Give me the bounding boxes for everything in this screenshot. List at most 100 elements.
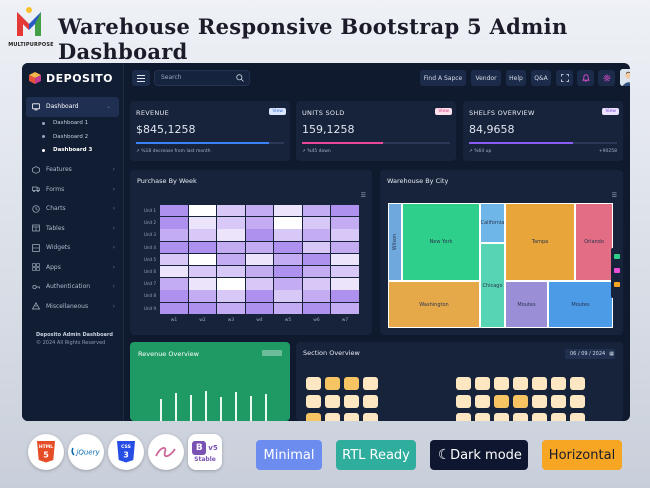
- treemap-cell[interactable]: Chicago: [480, 243, 505, 328]
- heatmap-cell[interactable]: [160, 302, 188, 314]
- chart-menu-icon[interactable]: ☰: [361, 192, 366, 199]
- seat[interactable]: [456, 395, 471, 408]
- seat[interactable]: [551, 377, 566, 390]
- seat[interactable]: [363, 395, 378, 408]
- seat[interactable]: [344, 413, 359, 421]
- heatmap-cell[interactable]: [160, 241, 188, 253]
- heatmap-cell[interactable]: [274, 229, 302, 241]
- heatmap-cell[interactable]: [331, 253, 359, 266]
- chart-menu-icon[interactable]: ☰: [612, 192, 617, 199]
- seat[interactable]: [344, 395, 359, 408]
- heatmap-cell[interactable]: [302, 290, 331, 302]
- heatmap-cell[interactable]: [302, 278, 331, 290]
- heatmap-cell[interactable]: [302, 229, 331, 241]
- view-button[interactable]: View: [269, 108, 286, 115]
- seat[interactable]: [570, 413, 585, 421]
- sidebar-item-apps[interactable]: Apps ›: [22, 258, 123, 278]
- heatmap-cell[interactable]: [331, 229, 359, 241]
- treemap-cell[interactable]: Moutes: [505, 281, 548, 328]
- seat[interactable]: [513, 395, 528, 408]
- fullscreen-button[interactable]: [556, 70, 573, 86]
- seat[interactable]: [475, 377, 490, 390]
- heatmap-cell[interactable]: [274, 205, 302, 217]
- treemap-cell[interactable]: Washington: [388, 281, 480, 328]
- seat[interactable]: [475, 395, 490, 408]
- seat[interactable]: [494, 377, 509, 390]
- seat[interactable]: [513, 413, 528, 421]
- seat[interactable]: [363, 413, 378, 421]
- seat[interactable]: [363, 377, 378, 390]
- seat[interactable]: [494, 395, 509, 408]
- image-icon[interactable]: [614, 268, 620, 273]
- heatmap-cell[interactable]: [160, 205, 188, 217]
- help-link[interactable]: Help: [506, 70, 526, 86]
- treemap-cell[interactable]: Orlando: [575, 203, 613, 281]
- panel-action-button[interactable]: [262, 350, 282, 356]
- heatmap-cell[interactable]: [302, 266, 331, 278]
- seat[interactable]: [532, 413, 547, 421]
- treemap-cell[interactable]: Moutes: [548, 281, 613, 328]
- qa-link[interactable]: Q&A: [531, 70, 551, 86]
- sidebar-item-authentication[interactable]: Authentication ›: [22, 277, 123, 297]
- heatmap-cell[interactable]: [160, 217, 188, 229]
- heatmap-cell[interactable]: [245, 302, 274, 314]
- heatmap-cell[interactable]: [302, 217, 331, 229]
- treemap-cell[interactable]: New York: [402, 203, 480, 281]
- heatmap-cell[interactable]: [217, 253, 245, 266]
- heatmap-cell[interactable]: [302, 302, 331, 314]
- seat[interactable]: [306, 377, 321, 390]
- sidebar-item-charts[interactable]: Charts ›: [22, 199, 123, 219]
- date-picker[interactable]: 06 / 09 / 2024 ▦: [565, 349, 615, 359]
- heatmap-cell[interactable]: [217, 278, 245, 290]
- heatmap-cell[interactable]: [160, 278, 188, 290]
- heatmap-cell[interactable]: [245, 266, 274, 278]
- seat[interactable]: [513, 377, 528, 390]
- heatmap-cell[interactable]: [274, 302, 302, 314]
- heatmap-cell[interactable]: [331, 302, 359, 314]
- view-button[interactable]: View: [435, 108, 452, 115]
- heatmap-cell[interactable]: [160, 290, 188, 302]
- heatmap-cell[interactable]: [188, 253, 217, 266]
- avatar[interactable]: [620, 69, 630, 86]
- sidebar-item-widgets[interactable]: Widgets ›: [22, 238, 123, 258]
- heatmap-cell[interactable]: [188, 278, 217, 290]
- sidebar-item-tables[interactable]: Tables ›: [22, 219, 123, 239]
- heatmap-cell[interactable]: [302, 205, 331, 217]
- heatmap-cell[interactable]: [302, 241, 331, 253]
- seat[interactable]: [456, 377, 471, 390]
- settings-button[interactable]: [598, 70, 615, 86]
- cart-icon[interactable]: [614, 282, 620, 287]
- sidebar-subitem-dashboard-1[interactable]: Dashboard 1: [22, 117, 123, 131]
- seat[interactable]: [456, 413, 471, 421]
- sidebar-subitem-dashboard-3[interactable]: Dashboard 3: [22, 144, 123, 158]
- heatmap-cell[interactable]: [217, 290, 245, 302]
- seat[interactable]: [551, 395, 566, 408]
- seat[interactable]: [306, 395, 321, 408]
- find-a-space-link[interactable]: Find A Sapce: [420, 70, 466, 86]
- sidebar-item-miscellaneous[interactable]: Miscellaneous ›: [22, 297, 123, 317]
- seat[interactable]: [532, 395, 547, 408]
- heatmap-cell[interactable]: [188, 241, 217, 253]
- heatmap-cell[interactable]: [245, 278, 274, 290]
- heatmap-cell[interactable]: [160, 229, 188, 241]
- heatmap-cell[interactable]: [188, 266, 217, 278]
- seat[interactable]: [306, 413, 321, 421]
- heatmap-cell[interactable]: [245, 205, 274, 217]
- seat[interactable]: [570, 395, 585, 408]
- seat[interactable]: [325, 395, 340, 408]
- heatmap-cell[interactable]: [188, 229, 217, 241]
- heatmap-cell[interactable]: [274, 241, 302, 253]
- heatmap-cell[interactable]: [217, 217, 245, 229]
- seat[interactable]: [344, 377, 359, 390]
- seat[interactable]: [475, 413, 490, 421]
- search-input[interactable]: Search: [154, 70, 250, 86]
- heatmap-cell[interactable]: [245, 290, 274, 302]
- heatmap-cell[interactable]: [331, 290, 359, 302]
- sidebar-subitem-dashboard-2[interactable]: Dashboard 2: [22, 130, 123, 144]
- heatmap-cell[interactable]: [331, 241, 359, 253]
- heatmap-cell[interactable]: [331, 205, 359, 217]
- view-button[interactable]: View: [602, 108, 619, 115]
- heatmap-cell[interactable]: [188, 302, 217, 314]
- heatmap-cell[interactable]: [302, 253, 331, 266]
- heatmap-cell[interactable]: [331, 278, 359, 290]
